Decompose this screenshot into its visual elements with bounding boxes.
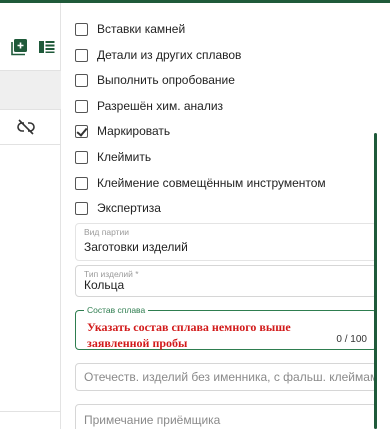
field-placeholder: Примечание приёмщика xyxy=(84,413,221,427)
domestic-products-field[interactable]: Отечеств. изделий без именника, с фальш.… xyxy=(75,363,377,391)
checkbox-chem-analysis[interactable]: Разрешён хим. анализ xyxy=(75,95,223,117)
checkbox-marking[interactable]: Маркировать xyxy=(75,120,170,142)
unlink-icon[interactable] xyxy=(17,118,35,136)
checkbox-label: Клеймение совмещённым инструментом xyxy=(97,176,326,190)
checkbox-label: Выполнить опробование xyxy=(97,73,235,87)
left-selected-row[interactable] xyxy=(0,70,61,110)
checkbox-expertise[interactable]: Экспертиза xyxy=(75,197,161,219)
checkbox-label: Детали из других сплавов xyxy=(97,48,242,62)
alloy-composition-field[interactable]: Состав сплава Указать состав сплава немн… xyxy=(75,305,377,350)
checkbox-box[interactable] xyxy=(75,99,88,113)
field-label: Состав сплава xyxy=(84,305,149,315)
field-placeholder: Отечеств. изделий без именника, с фальш.… xyxy=(84,370,374,384)
receiver-note-field[interactable]: Примечание приёмщика xyxy=(75,404,377,429)
list-view-icon[interactable] xyxy=(38,38,56,56)
checkbox-hallmark[interactable]: Клеймить xyxy=(75,146,151,168)
field-value: Кольца xyxy=(84,278,125,292)
product-type-field[interactable]: Тип изделий * Кольца xyxy=(75,265,377,297)
checkbox-label: Маркировать xyxy=(97,124,171,138)
checkbox-box[interactable] xyxy=(75,22,88,36)
checkbox-box[interactable] xyxy=(75,176,88,190)
left-link-row xyxy=(0,109,61,145)
checkbox-box[interactable] xyxy=(75,150,88,164)
checkbox-box[interactable] xyxy=(75,48,88,62)
checkbox-label: Вставки камней xyxy=(97,22,186,36)
checkbox-box[interactable] xyxy=(75,73,88,87)
left-panel xyxy=(0,3,61,429)
checkbox-stones[interactable]: Вставки камней xyxy=(75,18,185,40)
checkbox-other-alloy-parts[interactable]: Детали из других сплавов xyxy=(75,44,241,66)
checkbox-box-checked[interactable] xyxy=(75,124,88,138)
batch-type-field[interactable]: Вид партии Заготовки изделий xyxy=(75,223,377,261)
checkbox-label: Экспертиза xyxy=(97,201,161,215)
checkbox-label: Клеймить xyxy=(97,150,152,164)
composition-annotation: Указать состав сплава немного выше заявл… xyxy=(87,320,291,350)
checkbox-box[interactable] xyxy=(75,201,88,215)
checkbox-combined-tool[interactable]: Клеймение совмещённым инструментом xyxy=(75,172,326,194)
checkbox-label: Разрешён хим. анализ xyxy=(97,99,224,113)
left-toolbar xyxy=(0,38,61,60)
field-value: Заготовки изделий xyxy=(84,240,188,254)
field-label: Вид партии xyxy=(84,227,129,237)
add-box-icon[interactable] xyxy=(11,38,29,56)
scrollbar[interactable] xyxy=(374,133,377,429)
batch-form: Вставки камней Детали из других сплавов … xyxy=(62,3,390,429)
left-divider xyxy=(0,411,61,412)
char-counter: 0 / 100 xyxy=(336,334,367,345)
checkbox-sampling[interactable]: Выполнить опробование xyxy=(75,69,235,91)
